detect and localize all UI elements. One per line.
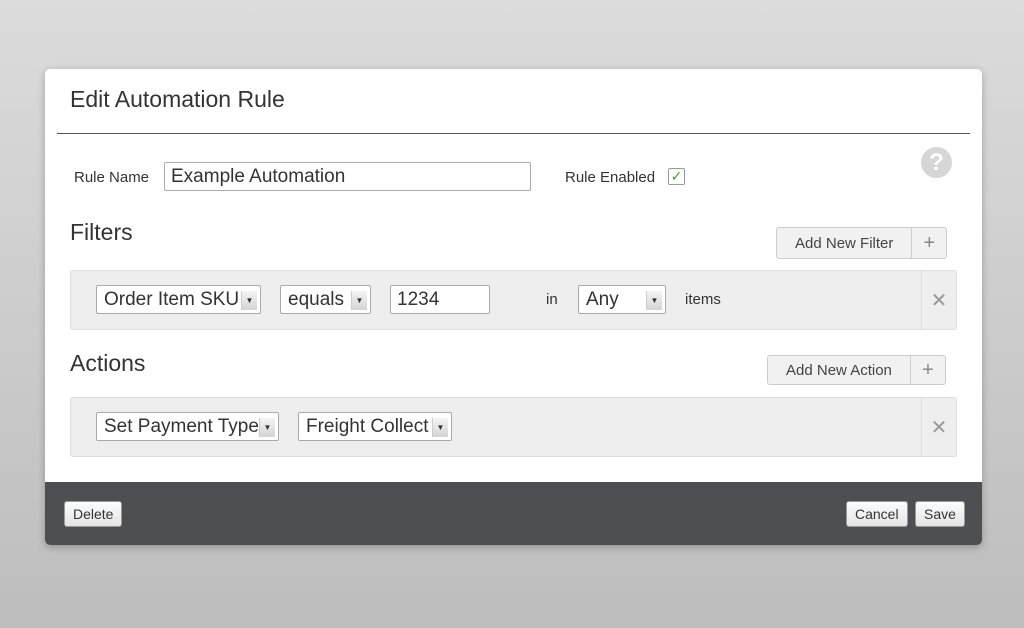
- chevron-down-icon: ▼: [351, 291, 367, 310]
- title-divider: [57, 133, 970, 134]
- filter-field-value: Order Item SKU: [104, 288, 240, 310]
- filter-operator-value: equals: [288, 288, 344, 310]
- action-row: Set Payment Type ▼ Freight Collect ▼ ✕: [70, 397, 957, 457]
- add-new-action-label: Add New Action: [768, 356, 911, 384]
- delete-button[interactable]: Delete: [64, 501, 123, 527]
- rule-enabled-label: Rule Enabled: [565, 169, 656, 186]
- action-value-select[interactable]: Freight Collect ▼: [298, 412, 452, 441]
- dialog-title: Edit Automation Rule: [70, 86, 285, 112]
- actions-title: Actions: [70, 350, 146, 376]
- chevron-down-icon: ▼: [241, 291, 257, 310]
- edit-automation-rule-dialog: Edit Automation Rule ? Rule Name Rule En…: [45, 69, 982, 545]
- filter-quantifier-value: Any: [586, 288, 619, 310]
- rule-enabled-checkbox[interactable]: ✓: [668, 168, 685, 185]
- action-type-value: Set Payment Type: [104, 415, 259, 437]
- close-icon: ✕: [930, 289, 948, 312]
- rule-name-label: Rule Name: [74, 169, 150, 186]
- add-new-filter-label: Add New Filter: [777, 228, 913, 258]
- remove-filter-button[interactable]: ✕: [921, 271, 956, 329]
- chevron-down-icon: ▼: [646, 291, 662, 310]
- chevron-down-icon: ▼: [259, 418, 275, 437]
- plus-icon: +: [923, 231, 936, 254]
- help-icon[interactable]: ?: [921, 147, 952, 178]
- rule-name-input[interactable]: [164, 162, 531, 191]
- close-icon: ✕: [930, 416, 948, 439]
- cancel-button[interactable]: Cancel: [846, 501, 908, 527]
- filter-row: Order Item SKU ▼ equals ▼ in Any ▼ items…: [70, 270, 957, 330]
- filter-operator-select[interactable]: equals ▼: [280, 285, 371, 314]
- action-value-text: Freight Collect: [306, 415, 429, 437]
- action-type-select[interactable]: Set Payment Type ▼: [96, 412, 279, 441]
- checkmark-icon: ✓: [670, 168, 683, 184]
- remove-action-button[interactable]: ✕: [921, 398, 956, 456]
- chevron-down-icon: ▼: [432, 418, 448, 437]
- filter-quantifier-select[interactable]: Any ▼: [578, 285, 666, 314]
- plus-icon: +: [922, 358, 934, 381]
- filter-in-label: in: [546, 291, 558, 308]
- filter-field-select[interactable]: Order Item SKU ▼: [96, 285, 261, 314]
- filter-items-label: items: [685, 291, 721, 308]
- dialog-footer: Delete Cancel Save: [45, 482, 982, 545]
- add-new-action-button[interactable]: Add New Action +: [767, 355, 946, 385]
- filters-title: Filters: [70, 219, 133, 245]
- save-button[interactable]: Save: [915, 501, 965, 527]
- add-new-filter-button[interactable]: Add New Filter +: [776, 227, 948, 259]
- filter-value-input[interactable]: [390, 285, 490, 314]
